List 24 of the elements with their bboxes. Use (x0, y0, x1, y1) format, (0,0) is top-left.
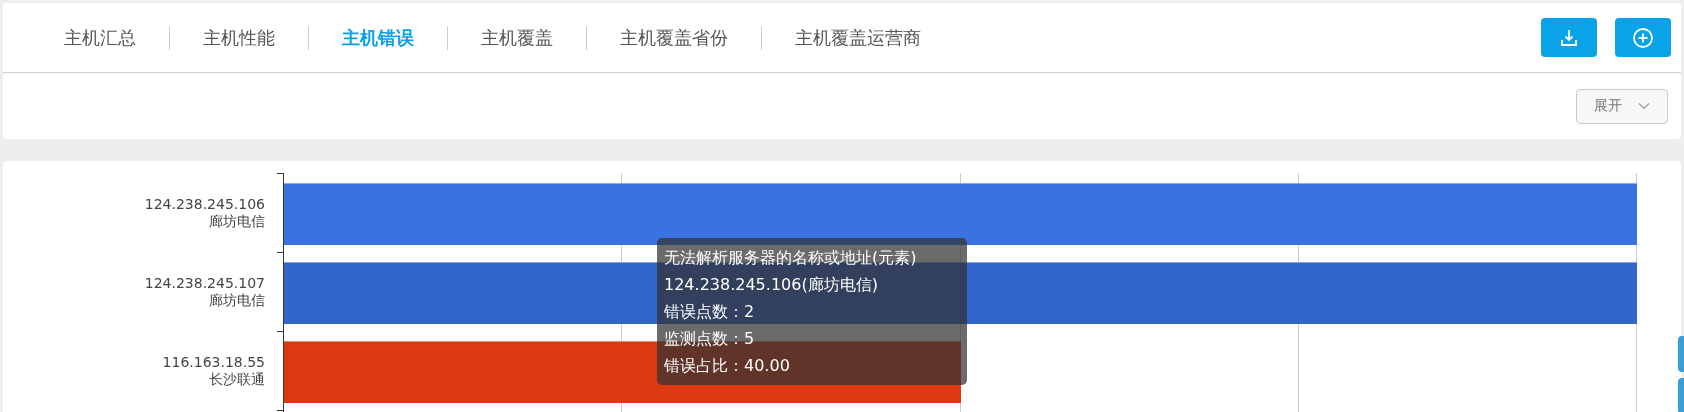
download-button[interactable] (1541, 18, 1597, 57)
tab[interactable]: 主机覆盖省份 (586, 25, 761, 50)
isp-label: 廊坊电信 (209, 212, 265, 230)
tab[interactable]: 主机汇总 (31, 25, 169, 50)
tooltip-line: 错误点数：2 (664, 301, 756, 323)
add-button[interactable] (1615, 18, 1671, 57)
isp-label: 长沙联通 (209, 370, 265, 388)
tooltip-host: 124.238.245.106(廊坊电信) (664, 274, 879, 296)
isp-label: 廊坊电信 (209, 291, 265, 309)
tooltip-line: 监测点数：5 (664, 328, 756, 350)
host-ip-label: 124.238.245.106 (144, 195, 265, 213)
host-ip-label: 124.238.245.107 (144, 274, 265, 292)
tooltip-title: 无法解析服务器的名称或地址(元素) (664, 247, 918, 269)
add-circle-icon (1632, 26, 1654, 49)
tab[interactable]: 主机覆盖 (447, 25, 586, 50)
chevron-down-icon (1638, 102, 1650, 110)
host-ip-label: 116.163.18.55 (162, 353, 265, 371)
side-tab[interactable] (1678, 378, 1684, 412)
tooltip-line: 错误占比：40.00 (664, 355, 791, 377)
tab[interactable]: 主机性能 (169, 25, 308, 50)
expand-dropdown[interactable]: 展开 (1576, 88, 1668, 124)
side-tab[interactable] (1678, 336, 1684, 372)
tab[interactable]: 主机覆盖运营商 (761, 25, 954, 50)
download-icon (1559, 27, 1579, 48)
